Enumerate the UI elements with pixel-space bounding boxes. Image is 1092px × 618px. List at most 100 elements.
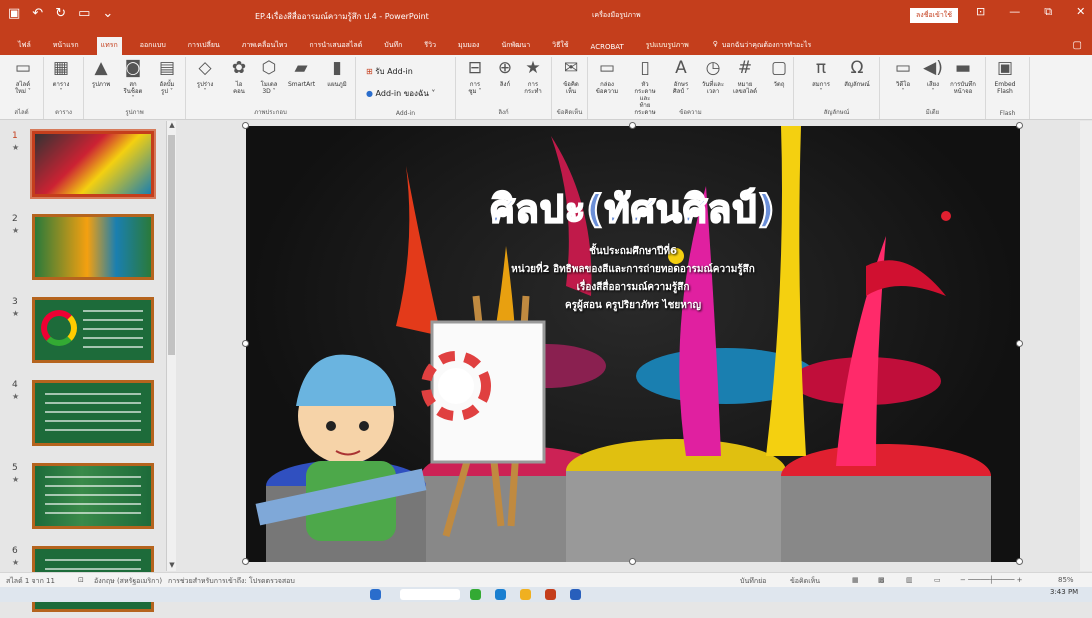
minimize-icon[interactable]: — [1009, 5, 1020, 19]
slide-number: 6 [12, 546, 18, 556]
slide-thumbnail-row[interactable]: 1 ★ [8, 129, 168, 203]
resize-handle[interactable] [242, 340, 249, 347]
slide-title[interactable]: ศิลปะ(ทัศนศิลป์) [246, 178, 1020, 239]
word-icon[interactable] [570, 589, 581, 600]
search-box[interactable] [400, 589, 460, 600]
tab-help[interactable]: วิธีใช้ [548, 37, 572, 55]
tab-picture-format[interactable]: รูปแบบรูปภาพ [642, 37, 693, 55]
zoom-level[interactable]: 85% [1058, 576, 1074, 584]
slide-number: 2 [12, 214, 18, 224]
resize-handle[interactable] [629, 122, 636, 129]
slide-subtitle-unit[interactable]: หน่วยที่2 อิทธิพลของสีและการถ่ายทอดอารมณ… [246, 262, 1020, 277]
text-line [45, 420, 141, 422]
slide-thumbnail-row[interactable]: 2 ★ [8, 214, 168, 286]
scroll-down-icon[interactable]: ▼ [167, 561, 177, 571]
scroll-thumb[interactable] [168, 135, 175, 355]
text-line [45, 494, 141, 496]
my-addins-label: Add-in ของฉัน [375, 89, 429, 98]
text-line [83, 328, 143, 330]
get-addins-button[interactable]: ⊞ รับ Add-in [366, 65, 413, 78]
tab-view[interactable]: มุมมอง [454, 37, 483, 55]
rainbow-image [41, 310, 77, 346]
scroll-up-icon[interactable]: ▲ [167, 121, 177, 131]
status-bar: สไลด์ 1 จาก 11 ⊡ อังกฤษ (สหรัฐอเมริกา) ก… [0, 572, 1092, 587]
group-comments: ข้อคิดเห็น [552, 57, 588, 119]
normal-view-icon[interactable]: ▦ [852, 576, 859, 584]
group-illustrations: ภาพประกอบ [186, 57, 356, 119]
slide-editing-area: ศิลปะ(ทัศนศิลป์) ชั้นประถมศึกษาปีที่6 หน… [180, 121, 1092, 571]
redo-icon[interactable]: ↻ [55, 6, 66, 21]
addins-icon: ● [366, 89, 376, 98]
undo-icon[interactable]: ↶ [32, 6, 43, 21]
present-icon[interactable]: ▭ [78, 6, 90, 21]
customize-qat-icon[interactable]: ⌄ [102, 6, 113, 21]
powerpoint-icon[interactable] [545, 589, 556, 600]
ribbon-group-label: Add-in [395, 110, 416, 117]
explorer-icon[interactable] [520, 589, 531, 600]
tab-transitions[interactable]: การเปลี่ยน [184, 37, 224, 55]
slide-sorter-icon[interactable]: ▩ [878, 576, 885, 584]
tab-record[interactable]: บันทึก [380, 37, 406, 55]
resize-handle[interactable] [242, 558, 249, 565]
resize-handle[interactable] [629, 558, 636, 565]
tab-design[interactable]: ออกแบบ [136, 37, 170, 55]
sign-in-button[interactable]: ลงชื่อเข้าใช้ [910, 8, 958, 23]
slideshow-icon[interactable]: ▭ [934, 576, 941, 584]
zoom-slider[interactable]: − ─────┼───── + [960, 576, 1023, 584]
slide-thumbnail[interactable] [30, 129, 156, 199]
slide-thumbnail[interactable] [32, 463, 154, 529]
tab-home[interactable]: หน้าแรก [49, 37, 83, 55]
spelling-icon[interactable]: ⊡ [78, 576, 84, 584]
slide-count: สไลด์ 1 จาก 11 [6, 577, 55, 585]
slide-thumbnail[interactable] [32, 380, 154, 446]
language-status[interactable]: อังกฤษ (สหรัฐอเมริกา) [94, 576, 162, 587]
comments-pane-icon[interactable]: ▢ [1073, 40, 1082, 55]
slide-thumbnail[interactable] [32, 297, 154, 363]
text-line [83, 319, 143, 321]
resize-handle[interactable] [242, 122, 249, 129]
accessibility-status[interactable]: การช่วยสำหรับการเข้าถึง: โปรดตรวจสอบ [168, 576, 295, 587]
text-line [83, 310, 143, 312]
slide-subtitle-grade[interactable]: ชั้นประถมศึกษาปีที่6 [246, 244, 1020, 259]
app-icon[interactable] [470, 589, 481, 600]
editor-scrollbar[interactable] [1080, 121, 1092, 571]
ribbon-group-label: Flash [999, 110, 1016, 117]
group-text: ข้อความ [588, 57, 794, 119]
tab-insert[interactable]: แทรก [96, 37, 122, 55]
save-icon[interactable]: ▣ [8, 6, 20, 21]
slide-number: 4 [12, 380, 18, 390]
tab-slideshow[interactable]: การนำเสนอสไลด์ [305, 37, 366, 55]
slide-thumbnail[interactable] [32, 214, 154, 280]
resize-handle[interactable] [1016, 558, 1023, 565]
tab-animations[interactable]: ภาพเคลื่อนไหว [238, 37, 292, 55]
resize-handle[interactable] [1016, 122, 1023, 129]
edge-icon[interactable] [495, 589, 506, 600]
tell-me-search[interactable]: ♀ บอกฉันว่าคุณต้องการทำอะไร [713, 37, 812, 55]
ribbon-display-icon[interactable]: ⊡ [976, 5, 985, 19]
group-images: รูปภาพ [84, 57, 186, 119]
slide-subtitle-teacher[interactable]: ครูผู้สอน ครูปริยาภัทร ไชยหาญ [246, 298, 1020, 313]
slide-thumbnail-row[interactable]: 5 ★ [8, 463, 168, 535]
close-icon[interactable]: ✕ [1076, 5, 1085, 19]
text-line [45, 429, 141, 431]
animation-star-icon: ★ [12, 143, 20, 152]
slide-subtitle-topic[interactable]: เรื่องสีสื่ออารมณ์ความรู้สึก [246, 280, 1020, 295]
tab-acrobat[interactable]: ACROBAT [587, 40, 628, 55]
start-icon[interactable] [370, 589, 381, 600]
comments-button[interactable]: ข้อคิดเห็น [790, 576, 820, 587]
tab-review[interactable]: รีวิว [420, 37, 440, 55]
tab-developer[interactable]: นักพัฒนา [497, 37, 534, 55]
group-tables: ตาราง [44, 57, 84, 119]
document-title: EP.4เรื่องสีสื่ออารมณ์ความรู้สึก ป.4 - P… [255, 12, 429, 21]
notes-button[interactable]: บันทึกย่อ [740, 576, 766, 587]
slide-thumbnail-row[interactable]: 3 ★ [8, 297, 168, 369]
get-addins-label: รับ Add-in [375, 67, 413, 76]
restore-icon[interactable]: ⧉ [1044, 5, 1052, 19]
my-addins-button[interactable]: ● Add-in ของฉัน ˅ [366, 87, 435, 100]
tab-file[interactable]: ไฟล์ [14, 37, 35, 55]
resize-handle[interactable] [1016, 340, 1023, 347]
slide-thumbnail-row[interactable]: 4 ★ [8, 380, 168, 452]
slide-1[interactable]: ศิลปะ(ทัศนศิลป์) ชั้นประถมศึกษาปีที่6 หน… [246, 126, 1020, 562]
lightbulb-icon: ♀ [712, 40, 718, 48]
reading-view-icon[interactable]: ▥ [906, 576, 913, 584]
